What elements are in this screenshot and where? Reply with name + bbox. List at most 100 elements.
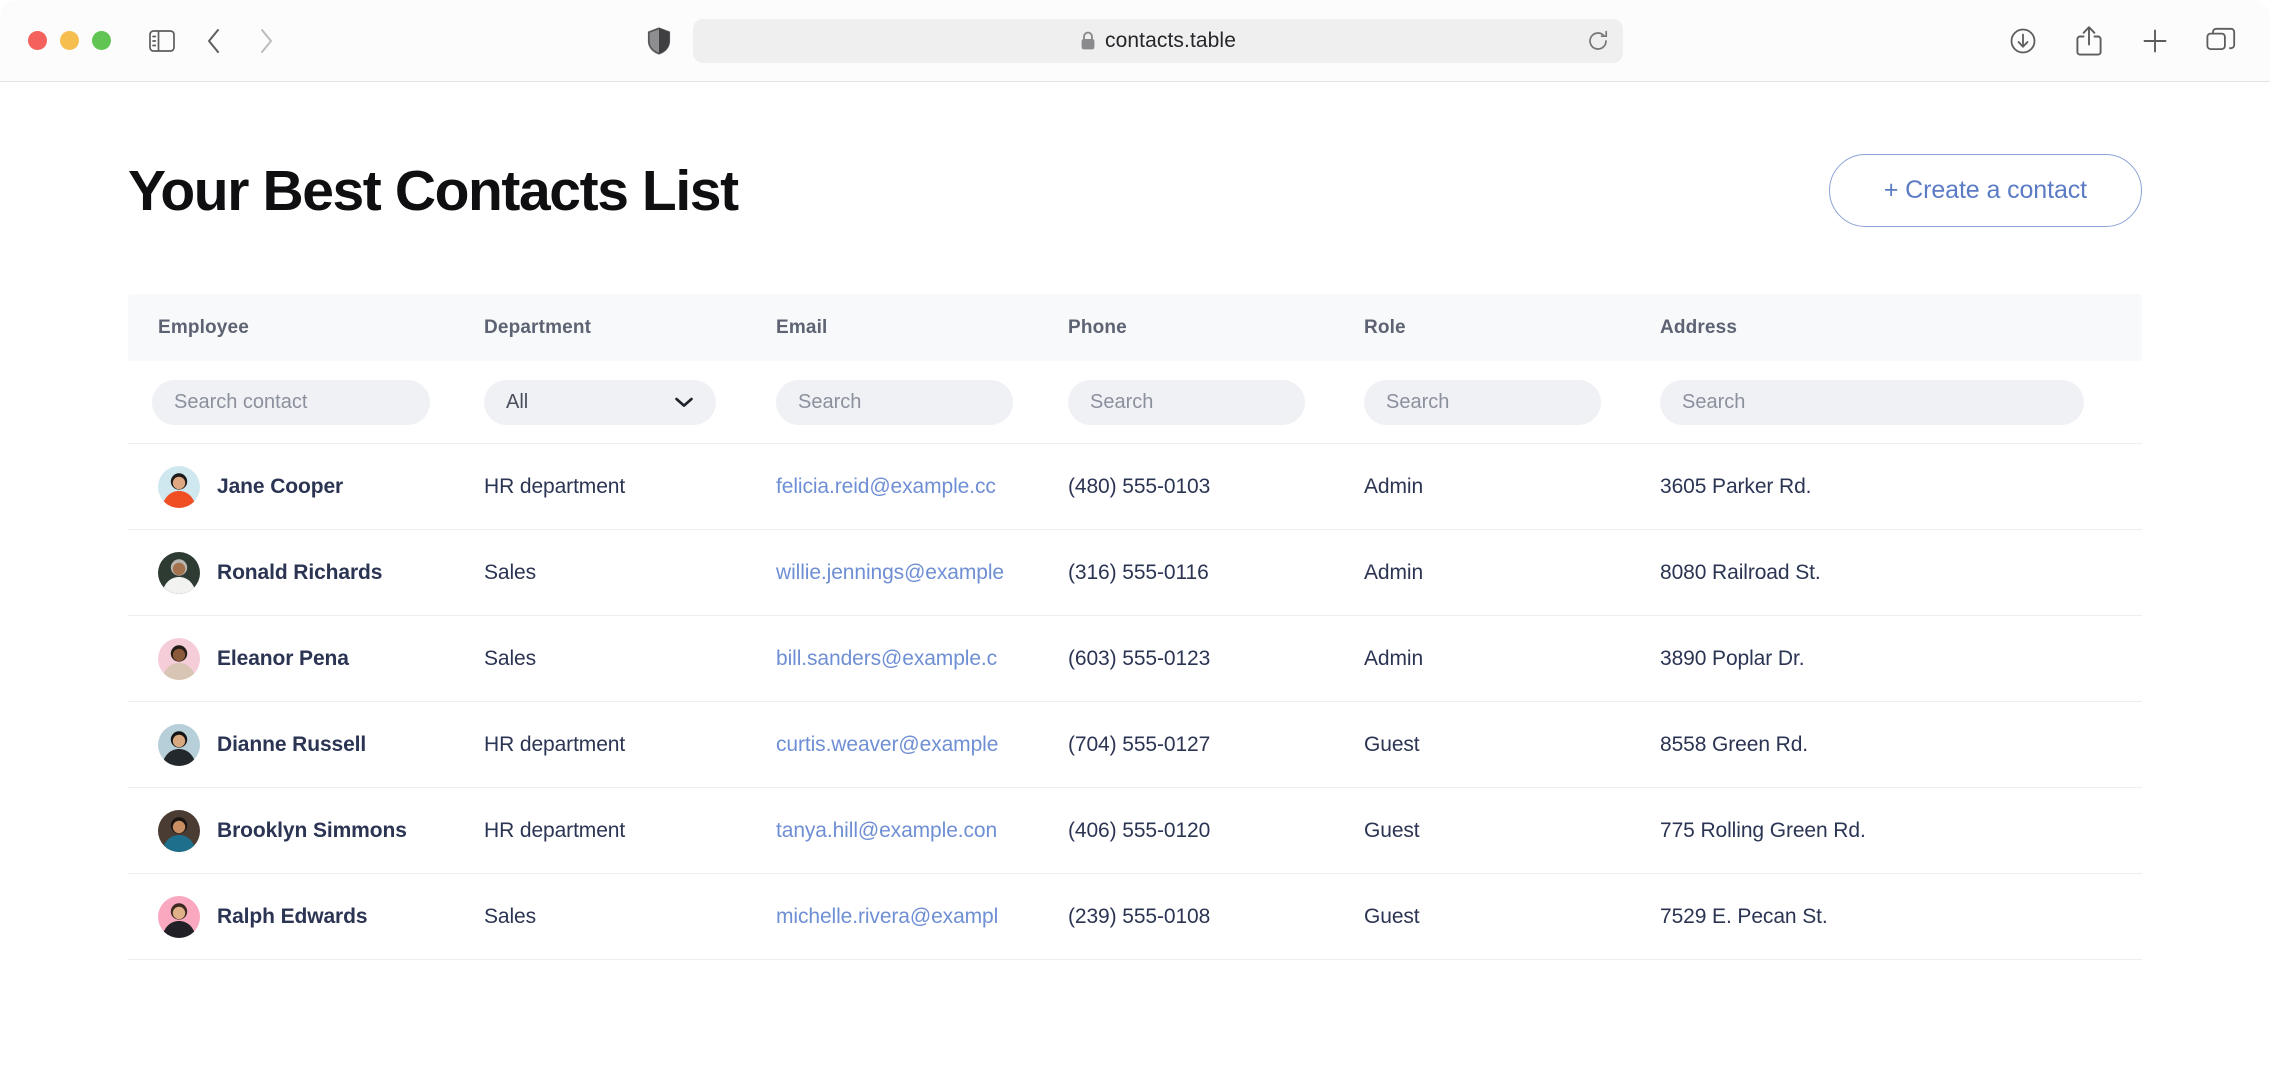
cell-phone: (704) 555-0127 (1068, 733, 1364, 757)
cell-employee: Eleanor Pena (128, 638, 484, 680)
cell-address: 3890 Poplar Dr. (1660, 647, 2120, 671)
cell-phone: (239) 555-0108 (1068, 905, 1364, 929)
search-role-input[interactable]: Search (1364, 380, 1601, 425)
cell-employee: Brooklyn Simmons (128, 810, 484, 852)
url-text: contacts.table (1105, 29, 1236, 53)
search-phone-input[interactable]: Search (1068, 380, 1305, 425)
cell-role: Admin (1364, 561, 1660, 585)
table-row[interactable]: Ronald Richards Saleswillie.jennings@exam… (128, 530, 2142, 616)
table-row[interactable]: Brooklyn Simmons HR departmenttanya.hill@… (128, 788, 2142, 874)
cell-phone: (603) 555-0123 (1068, 647, 1364, 671)
filter-cell-address: Search (1660, 380, 2120, 425)
cell-department: HR department (484, 733, 776, 757)
cell-address: 775 Rolling Green Rd. (1660, 819, 2120, 843)
cell-phone: (406) 555-0120 (1068, 819, 1364, 843)
cell-department: Sales (484, 647, 776, 671)
minimize-window-button[interactable] (60, 31, 79, 50)
cell-employee: Dianne Russell (128, 724, 484, 766)
browser-toolbar: contacts.table (0, 0, 2270, 82)
table-row[interactable]: Jane Cooper HR departmentfelicia.reid@exa… (128, 444, 2142, 530)
create-contact-button[interactable]: + Create a contact (1829, 154, 2142, 227)
cell-department: Sales (484, 905, 776, 929)
cell-employee: Ronald Richards (128, 552, 484, 594)
table-row[interactable]: Ralph Edwards Salesmichelle.rivera@exampl… (128, 874, 2142, 960)
cell-role: Guest (1364, 905, 1660, 929)
contacts-table: Employee Department Email Phone Role Add… (128, 294, 2142, 960)
browser-window: contacts.table (0, 0, 2270, 1084)
table-row[interactable]: Eleanor Pena Salesbill.sanders@example.c(… (128, 616, 2142, 702)
column-header-address[interactable]: Address (1660, 317, 2120, 339)
column-header-department[interactable]: Department (484, 317, 776, 339)
column-header-role[interactable]: Role (1364, 317, 1660, 339)
cell-email[interactable]: bill.sanders@example.c (776, 647, 1068, 671)
address-bar-area: contacts.table (647, 19, 1623, 63)
cell-phone: (316) 555-0116 (1068, 561, 1364, 585)
employee-name: Eleanor Pena (217, 647, 349, 671)
table-body: Jane CooperHR departmentfelicia.reid@exa… (128, 444, 2142, 960)
plus-icon[interactable] (2132, 18, 2178, 64)
filter-cell-phone: Search (1068, 380, 1364, 425)
close-window-button[interactable] (28, 31, 47, 50)
cell-role: Admin (1364, 475, 1660, 499)
avatar (158, 810, 200, 852)
employee-name: Dianne Russell (217, 733, 366, 757)
cell-email[interactable]: willie.jennings@example (776, 561, 1068, 585)
column-header-employee[interactable]: Employee (128, 317, 484, 339)
employee-name: Ralph Edwards (217, 905, 367, 929)
page-content: Your Best Contacts List + Create a conta… (0, 82, 2270, 1084)
search-address-input[interactable]: Search (1660, 380, 2084, 425)
avatar (158, 724, 200, 766)
cell-employee: Ralph Edwards (128, 896, 484, 938)
forward-button[interactable] (243, 18, 289, 64)
page-title: Your Best Contacts List (128, 158, 738, 224)
cell-role: Guest (1364, 733, 1660, 757)
cell-address: 8080 Railroad St. (1660, 561, 2120, 585)
share-icon[interactable] (2066, 18, 2112, 64)
search-email-input[interactable]: Search (776, 380, 1013, 425)
chevron-down-icon (674, 396, 694, 408)
avatar (158, 466, 200, 508)
toolbar-right-controls (2000, 18, 2244, 64)
filter-cell-email: Search (776, 380, 1068, 425)
avatar (158, 552, 200, 594)
department-select-value: All (506, 391, 528, 414)
department-select[interactable]: All (484, 380, 716, 425)
zoom-window-button[interactable] (92, 31, 111, 50)
cell-role: Guest (1364, 819, 1660, 843)
employee-name: Brooklyn Simmons (217, 819, 407, 843)
table-filter-row: Search contact All Search (128, 361, 2142, 444)
filter-cell-employee: Search contact (128, 380, 484, 425)
cell-phone: (480) 555-0103 (1068, 475, 1364, 499)
url-bar[interactable]: contacts.table (693, 19, 1623, 63)
cell-department: HR department (484, 475, 776, 499)
cell-address: 8558 Green Rd. (1660, 733, 2120, 757)
cell-email[interactable]: tanya.hill@example.con (776, 819, 1068, 843)
back-button[interactable] (191, 18, 237, 64)
cell-department: Sales (484, 561, 776, 585)
tab-overview-icon[interactable] (2198, 18, 2244, 64)
navigation-controls (139, 18, 289, 64)
avatar (158, 896, 200, 938)
traffic-lights (28, 31, 111, 50)
cell-email[interactable]: felicia.reid@example.cc (776, 475, 1068, 499)
cell-address: 7529 E. Pecan St. (1660, 905, 2120, 929)
avatar (158, 638, 200, 680)
cell-email[interactable]: curtis.weaver@example (776, 733, 1068, 757)
column-header-phone[interactable]: Phone (1068, 317, 1364, 339)
download-icon[interactable] (2000, 18, 2046, 64)
filter-cell-role: Search (1364, 380, 1660, 425)
cell-employee: Jane Cooper (128, 466, 484, 508)
column-header-email[interactable]: Email (776, 317, 1068, 339)
search-contact-input[interactable]: Search contact (152, 380, 430, 425)
filter-cell-department: All (484, 380, 776, 425)
table-header-row: Employee Department Email Phone Role Add… (128, 294, 2142, 361)
employee-name: Ronald Richards (217, 561, 382, 585)
cell-department: HR department (484, 819, 776, 843)
sidebar-icon[interactable] (139, 18, 185, 64)
cell-address: 3605 Parker Rd. (1660, 475, 2120, 499)
employee-name: Jane Cooper (217, 475, 343, 499)
shield-icon[interactable] (647, 27, 671, 55)
table-row[interactable]: Dianne Russell HR departmentcurtis.weaver… (128, 702, 2142, 788)
reload-icon[interactable] (1587, 30, 1609, 52)
cell-email[interactable]: michelle.rivera@exampl (776, 905, 1068, 929)
